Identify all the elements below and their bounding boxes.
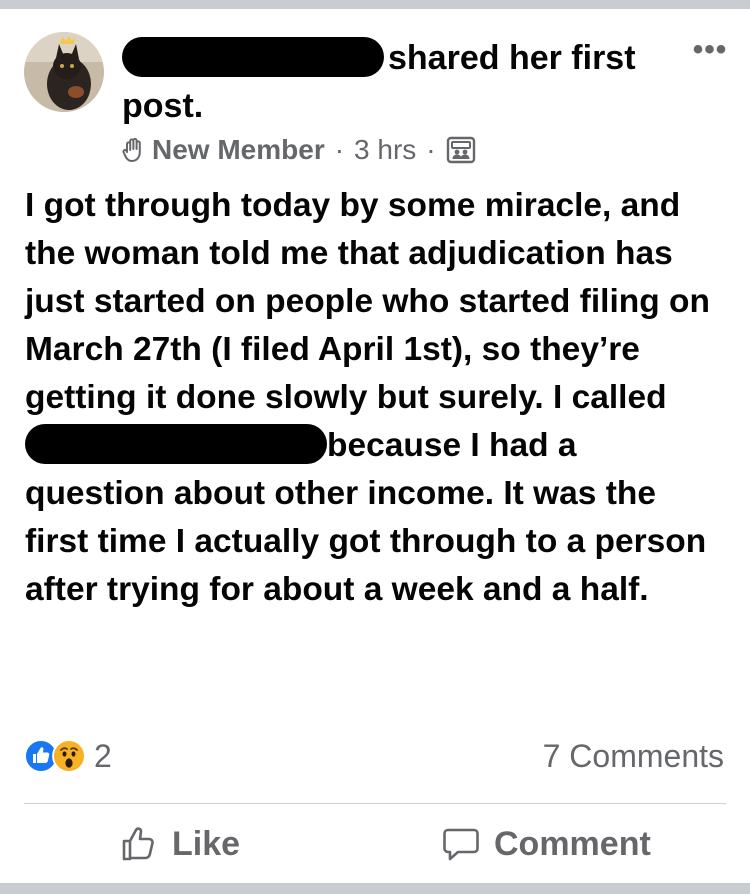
post-text-part-1: I got through today by some miracle, and…: [25, 187, 710, 416]
avatar[interactable]: [24, 32, 104, 112]
like-label: Like: [172, 824, 241, 863]
comment-label: Comment: [494, 824, 651, 863]
post-header: shared her first post.: [122, 34, 682, 130]
meta-separator: ·: [426, 134, 436, 165]
member-badge[interactable]: New Member: [152, 134, 325, 166]
redacted-phone-number: [25, 424, 327, 464]
comment-bubble-icon: [443, 828, 479, 861]
post-time[interactable]: 3 hrs: [354, 134, 416, 166]
post-meta: New Member · 3 hrs ·: [122, 130, 476, 170]
top-separator-band: [0, 0, 750, 9]
more-options-button[interactable]: •••: [688, 35, 732, 70]
reaction-summary[interactable]: 2: [24, 736, 112, 776]
post-body: I got through today by some miracle, and…: [25, 182, 725, 614]
bottom-separator-band: [0, 883, 750, 894]
reaction-count: 2: [94, 737, 112, 774]
redacted-author-name[interactable]: [122, 37, 384, 77]
meta-separator: ·: [334, 134, 345, 165]
wow-icon: [52, 739, 86, 773]
like-button[interactable]: Like: [120, 818, 240, 870]
divider: [24, 803, 726, 804]
audience-group-icon[interactable]: [446, 135, 476, 165]
comments-count-link[interactable]: 7 Comments: [543, 736, 724, 776]
more-icon: •••: [692, 33, 728, 66]
thumbs-up-icon: [122, 827, 154, 861]
wave-hand-icon: [122, 137, 146, 163]
comment-button[interactable]: Comment: [442, 818, 651, 870]
